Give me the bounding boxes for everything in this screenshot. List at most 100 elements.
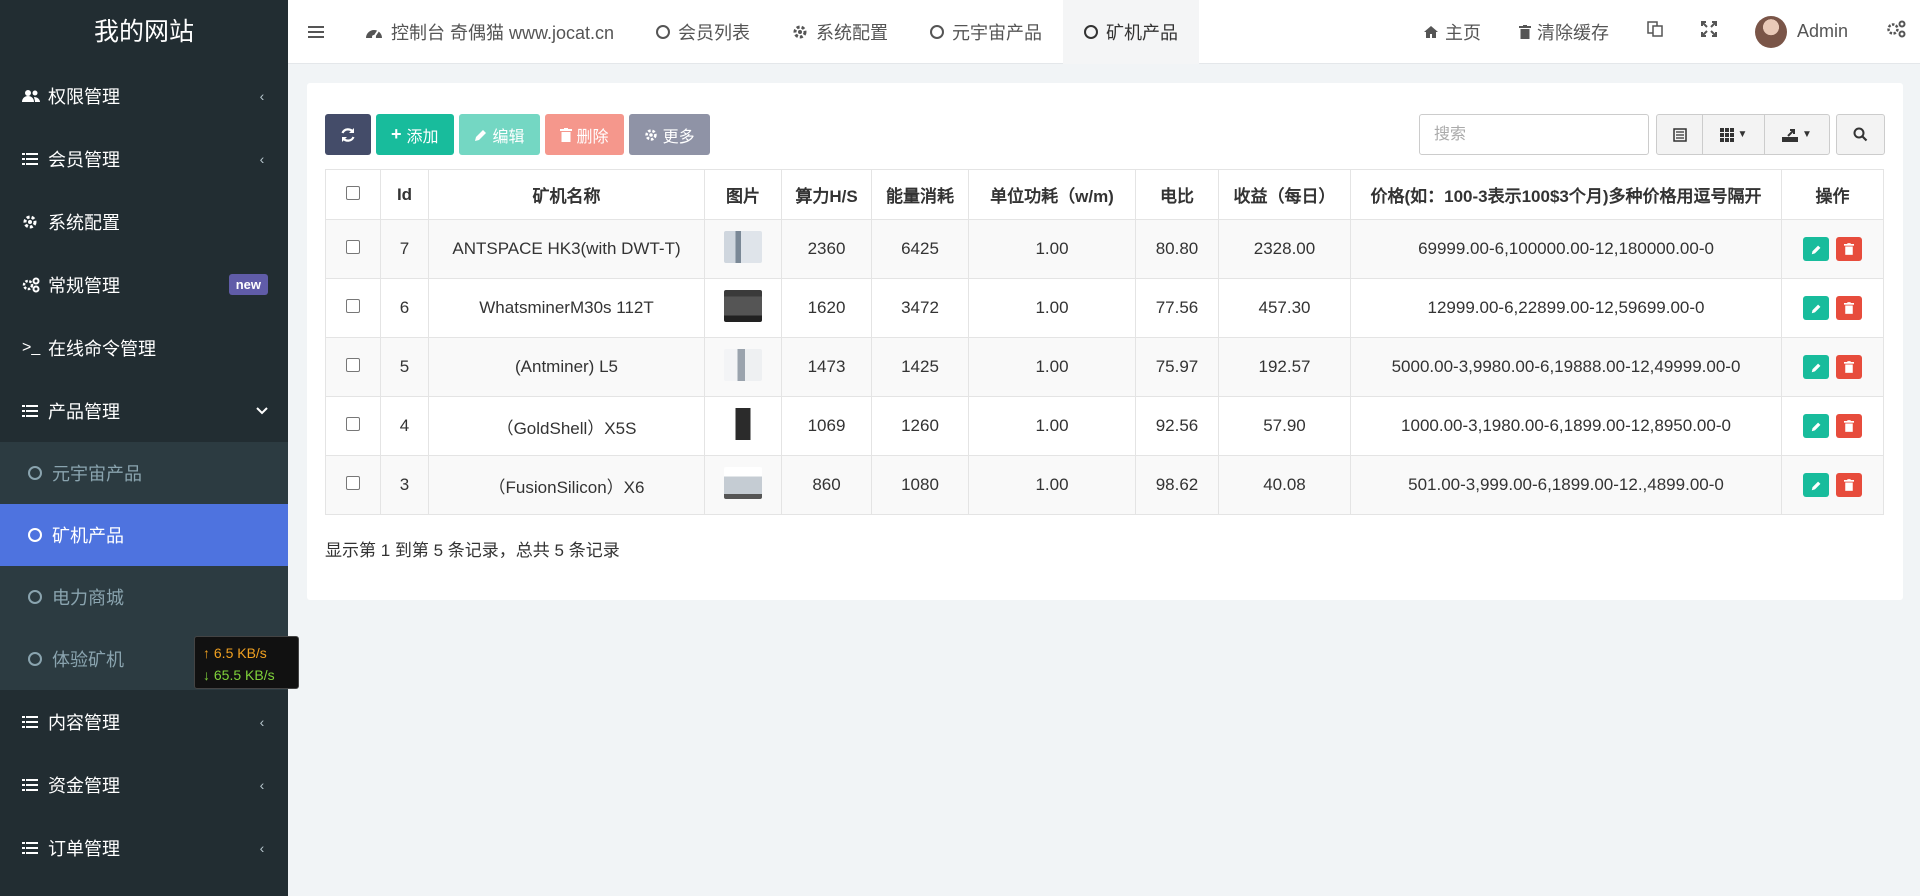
sidebar-item-online-command[interactable]: >_ 在线命令管理: [0, 316, 288, 379]
sidebar-item-members[interactable]: 会员管理 ‹: [0, 127, 288, 190]
home-link[interactable]: 主页: [1404, 0, 1500, 64]
sidebar-subitem-miner-products[interactable]: 矿机产品: [0, 504, 288, 566]
row-checkbox[interactable]: [346, 417, 360, 431]
sidebar-item-funds[interactable]: 资金管理 ‹: [0, 753, 288, 816]
row-delete-button[interactable]: [1835, 236, 1862, 261]
sidebar-item-general[interactable]: 常规管理 new: [0, 253, 288, 316]
tab-miner-products[interactable]: 矿机产品: [1063, 0, 1200, 64]
edit-button[interactable]: 编辑: [458, 114, 540, 155]
column-header[interactable]: 单位功耗（w/m): [968, 169, 1136, 220]
more-button[interactable]: 更多: [628, 114, 710, 155]
row-edit-button[interactable]: [1803, 296, 1830, 321]
miner-thumbnail[interactable]: [724, 466, 762, 499]
row-checkbox[interactable]: [346, 476, 360, 490]
row-checkbox[interactable]: [346, 358, 360, 372]
circle-icon: [28, 528, 42, 542]
delete-button[interactable]: 删除: [544, 114, 624, 155]
add-button[interactable]: + 添加: [376, 114, 454, 155]
column-header[interactable]: 矿机名称: [428, 169, 705, 220]
sidebar-item-label: 资金管理: [48, 775, 120, 796]
site-title[interactable]: 我的网站: [0, 0, 288, 64]
user-menu[interactable]: Admin: [1736, 0, 1867, 64]
translate-icon: [1647, 21, 1663, 42]
refresh-button[interactable]: [325, 114, 371, 155]
export-button[interactable]: ▼: [1765, 115, 1829, 154]
chevron-left-icon: ‹: [259, 839, 265, 856]
tab-dashboard[interactable]: 控制台 奇偶猫 www.jocat.cn: [344, 0, 635, 64]
row-edit-button[interactable]: [1803, 414, 1830, 439]
row-select-cell[interactable]: [325, 455, 381, 515]
search-toggle-button[interactable]: [1837, 115, 1884, 154]
gear-icon: [22, 214, 48, 230]
row-select-cell[interactable]: [325, 337, 381, 397]
row-select-cell[interactable]: [325, 278, 381, 338]
trash-icon: [1843, 419, 1854, 432]
cell-daily-income: 192.57: [1218, 337, 1351, 397]
row-select-cell[interactable]: [325, 219, 381, 279]
cell-image: [704, 455, 782, 515]
row-delete-button[interactable]: [1835, 354, 1862, 379]
gears-icon: [22, 277, 48, 293]
settings-button[interactable]: [1867, 0, 1920, 64]
upload-speed: ↑ 6.5 KB/s: [203, 645, 267, 661]
sidebar-item-label: 元宇宙产品: [52, 464, 142, 484]
tab-member-list[interactable]: 会员列表: [635, 0, 771, 64]
miner-thumbnail[interactable]: [724, 289, 762, 322]
trash-icon: [1843, 301, 1854, 314]
sidebar-subitem-power-mall[interactable]: 电力商城: [0, 566, 288, 628]
tab-metaverse-products[interactable]: 元宇宙产品: [909, 0, 1063, 64]
chevron-left-icon: ‹: [259, 776, 265, 793]
cell-actions: [1781, 278, 1884, 338]
tab-system-config[interactable]: 系统配置: [771, 0, 909, 64]
column-header[interactable]: Id: [380, 169, 429, 220]
row-checkbox[interactable]: [346, 240, 360, 254]
columns-button[interactable]: ▼: [1703, 115, 1765, 154]
cell-actions: [1781, 337, 1884, 397]
column-header[interactable]: 算力H/S: [781, 169, 872, 220]
sidebar-item-label: 常规管理: [48, 275, 120, 296]
row-select-cell[interactable]: [325, 396, 381, 456]
edit-label: 编辑: [492, 128, 525, 146]
column-header[interactable]: 价格(如：100-3表示100$3个月)多种价格用逗号隔开: [1350, 169, 1782, 220]
select-all-cell[interactable]: [325, 169, 381, 220]
search-input[interactable]: [1419, 114, 1649, 155]
table-tools-group: ▼ ▼: [1656, 114, 1830, 155]
sidebar-item-permissions[interactable]: 权限管理 ‹: [0, 64, 288, 127]
translate-button[interactable]: [1628, 0, 1682, 64]
column-header[interactable]: 电比: [1135, 169, 1219, 220]
sidebar-item-orders[interactable]: 订单管理 ‹: [0, 816, 288, 879]
select-all-checkbox[interactable]: [346, 185, 360, 200]
miner-thumbnail[interactable]: [724, 230, 762, 263]
column-header[interactable]: 能量消耗: [871, 169, 969, 220]
menu-toggle-button[interactable]: [288, 0, 344, 64]
row-checkbox[interactable]: [346, 299, 360, 313]
table-row[interactable]: 6 WhatsminerM30s 112T 1620 3472 1.00 77.…: [325, 278, 1884, 338]
cell-price: 501.00-3,999.00-6,1899.00-12.,4899.00-0: [1350, 455, 1782, 515]
toggle-view-button[interactable]: [1657, 115, 1703, 154]
row-edit-button[interactable]: [1803, 473, 1830, 498]
cell-unit-power: 1.00: [968, 337, 1136, 397]
sidebar-item-system-config[interactable]: 系统配置: [0, 190, 288, 253]
sidebar-item-content[interactable]: 内容管理 ‹: [0, 690, 288, 753]
column-header[interactable]: 收益（每日）: [1218, 169, 1351, 220]
table-row[interactable]: 4 （GoldShell）X5S 1069 1260 1.00 92.56 57…: [325, 396, 1884, 456]
circle-icon: [28, 652, 42, 666]
table-row[interactable]: 5 (Antminer) L5 1473 1425 1.00 75.97 192…: [325, 337, 1884, 397]
miner-thumbnail[interactable]: [724, 407, 762, 440]
clear-cache-button[interactable]: 清除缓存: [1500, 0, 1628, 64]
table-row[interactable]: 7 ANTSPACE HK3(with DWT-T) 2360 6425 1.0…: [325, 219, 1884, 279]
column-header[interactable]: 图片: [704, 169, 782, 220]
row-delete-button[interactable]: [1835, 472, 1862, 497]
top-header: 控制台 奇偶猫 www.jocat.cn 会员列表 系统配置 元宇宙产品 矿机产…: [288, 0, 1920, 64]
row-delete-button[interactable]: [1835, 295, 1862, 320]
miner-thumbnail[interactable]: [724, 348, 762, 381]
sidebar-subitem-metaverse[interactable]: 元宇宙产品: [0, 442, 288, 504]
table-row[interactable]: 3 （FusionSilicon）X6 860 1080 1.00 98.62 …: [325, 455, 1884, 515]
cell-energy: 1425: [871, 337, 969, 397]
row-edit-button[interactable]: [1803, 237, 1830, 262]
fullscreen-button[interactable]: [1682, 0, 1736, 64]
row-edit-button[interactable]: [1803, 355, 1830, 380]
table-icon: [1672, 127, 1687, 142]
sidebar-item-products[interactable]: 产品管理: [0, 379, 288, 442]
row-delete-button[interactable]: [1835, 413, 1862, 438]
